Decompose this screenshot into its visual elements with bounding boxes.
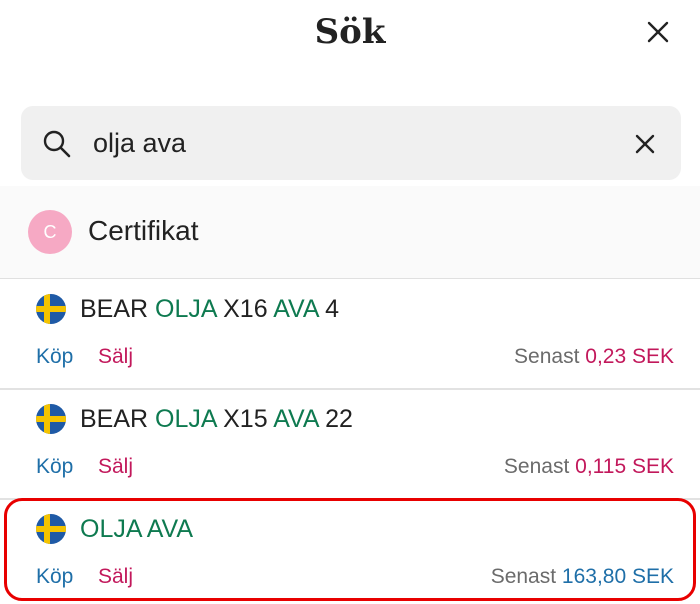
clear-search-button[interactable]	[629, 128, 661, 160]
latest-price: Senast 0,23 SEK	[514, 345, 674, 368]
category-header: C Certifikat	[0, 186, 700, 279]
close-button[interactable]	[640, 14, 676, 50]
header: Sök	[0, 0, 700, 80]
instrument-name[interactable]: OLJA AVA	[80, 515, 193, 544]
page-title: Sök	[314, 12, 386, 52]
buy-button[interactable]: Köp	[36, 455, 73, 479]
sweden-flag-icon	[36, 404, 66, 434]
search-box[interactable]	[21, 106, 681, 180]
result-row[interactable]: BEAR OLJA X15 AVA 22 Köp Sälj Senast 0,1…	[0, 390, 700, 500]
sweden-flag-icon	[36, 294, 66, 324]
latest-price: Senast 163,80 SEK	[490, 565, 674, 588]
search-input[interactable]	[93, 126, 593, 160]
category-avatar: C	[28, 210, 72, 254]
instrument-name[interactable]: BEAR OLJA X16 AVA 4	[80, 295, 339, 324]
sell-button[interactable]: Sälj	[98, 455, 133, 479]
result-row[interactable]: BEAR OLJA X16 AVA 4 Köp Sälj Senast 0,23…	[0, 280, 700, 390]
category-label: Certifikat	[88, 215, 199, 246]
instrument-name[interactable]: BEAR OLJA X15 AVA 22	[80, 405, 353, 434]
close-icon	[647, 21, 669, 43]
buy-button[interactable]: Köp	[36, 345, 73, 369]
search-icon	[41, 128, 73, 160]
sweden-flag-icon	[36, 514, 66, 544]
buy-button[interactable]: Köp	[36, 565, 73, 589]
sell-button[interactable]: Sälj	[98, 345, 133, 369]
sell-button[interactable]: Sälj	[98, 565, 133, 589]
latest-price: Senast 0,115 SEK	[503, 455, 674, 478]
clear-icon	[635, 134, 655, 154]
result-row[interactable]: OLJA AVA Köp Sälj Senast 163,80 SEK	[0, 500, 700, 604]
